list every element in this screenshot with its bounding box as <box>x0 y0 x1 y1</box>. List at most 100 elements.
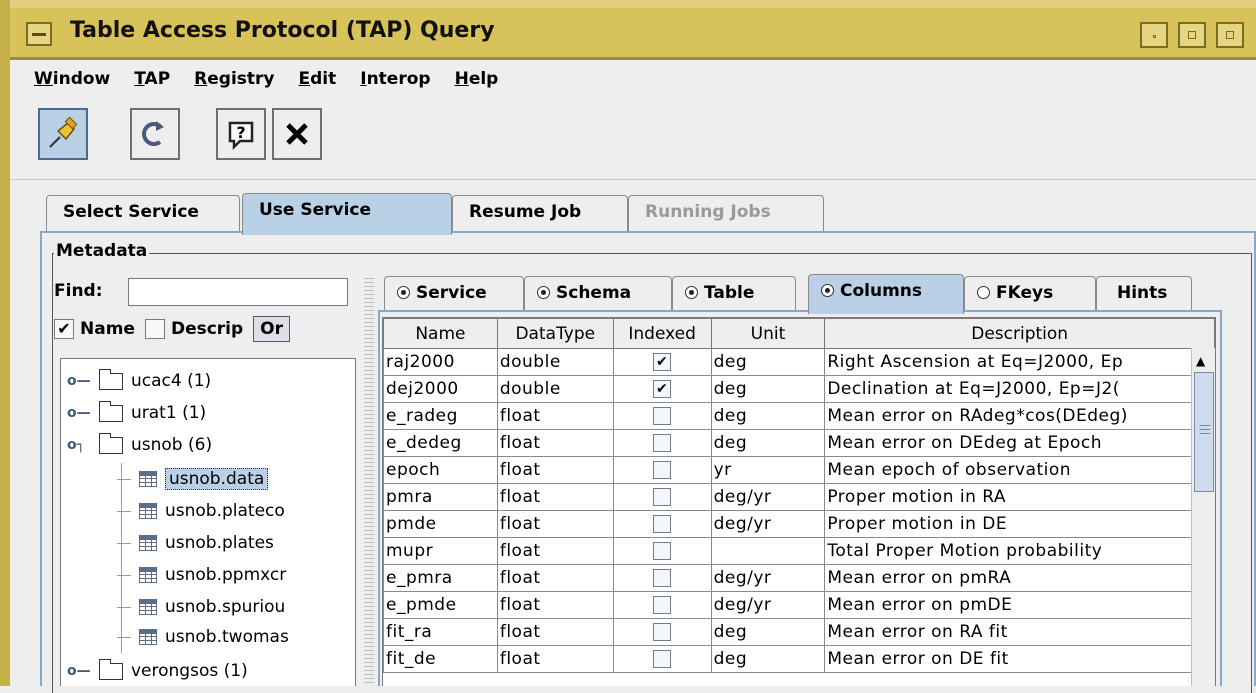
header-unit[interactable]: Unit <box>710 318 826 349</box>
tree-branch-line <box>117 574 131 576</box>
cell-indexed: ✔ <box>612 348 712 376</box>
tree-node-schema[interactable]: o┐ usnob (6) <box>67 431 212 459</box>
scroll-up-icon[interactable]: ▲ <box>1196 354 1205 368</box>
columns-table[interactable]: Name DataType Indexed Unit Description r… <box>382 317 1216 686</box>
pin-button[interactable] <box>38 108 88 160</box>
table-row[interactable]: epoch float yr Mean epoch of observation <box>383 456 1215 484</box>
descrip-checkbox-label: Descrip <box>170 319 244 339</box>
tree-node-schema[interactable]: o— verongsos (1) <box>67 657 248 685</box>
indexed-unchecked-icon <box>653 623 672 641</box>
expanded-handle-icon[interactable]: o┐ <box>67 437 91 453</box>
tab-fkeys[interactable]: FKeys <box>964 276 1096 312</box>
cell-description: Total Proper Motion probability <box>824 537 1215 565</box>
descrip-checkbox[interactable] <box>144 319 165 339</box>
header-description[interactable]: Description <box>824 318 1215 349</box>
table-row[interactable]: mupr float Total Proper Motion probability <box>383 537 1215 565</box>
radio-on-icon <box>685 286 698 299</box>
menu-interop[interactable]: Interop <box>360 69 430 89</box>
header-name[interactable]: Name <box>383 318 498 349</box>
table-row[interactable]: dej2000 double ✔ deg Declination at Eq=J2000… <box>383 375 1215 403</box>
tab-resume-job[interactable]: Resume Job <box>452 195 628 233</box>
cell-unit: deg/yr <box>710 564 826 592</box>
tab-select-service[interactable]: Select Service <box>46 195 240 233</box>
table-row[interactable]: e_dedeg float deg Mean error on DEdeg at Ep… <box>383 429 1215 457</box>
cell-indexed <box>612 402 712 430</box>
window-menu-icon[interactable] <box>26 22 52 46</box>
name-checkbox[interactable]: ✔ <box>54 319 74 339</box>
close-button[interactable] <box>272 108 322 160</box>
columns-scroll-thumb[interactable]: — — — <box>1194 372 1214 492</box>
table-row[interactable]: pmde float deg/yr Proper motion in DE <box>383 510 1215 538</box>
tree-node-label: verongsos (1) <box>131 661 248 681</box>
table-row[interactable]: fit_de float deg Mean error on DE fit <box>383 645 1215 673</box>
menu-help[interactable]: Help <box>455 69 499 89</box>
radio-on-icon <box>537 286 550 299</box>
collapsed-handle-icon[interactable]: o— <box>67 405 91 421</box>
table-row[interactable]: e_pmde float deg/yr Mean error on pmDE <box>383 591 1215 619</box>
title-bar[interactable]: Table Access Protocol (TAP) Query <box>10 0 1256 60</box>
table-header-row: Name DataType Indexed Unit Description <box>383 318 1215 349</box>
cell-name: pmde <box>383 510 498 538</box>
cell-description: Mean error on RA fit <box>824 618 1215 646</box>
cell-indexed <box>612 591 712 619</box>
table-row[interactable]: e_radeg float deg Mean error on RAdeg*cos(D… <box>383 402 1215 430</box>
schema-tree[interactable]: o— ucac4 (1) o— urat1 (1) o┐ usnob (6) u… <box>60 358 356 686</box>
columns-scrollbar[interactable]: ▲ — — — <box>1191 348 1215 686</box>
tree-node-table[interactable]: usnob.plates <box>117 529 274 557</box>
tab-service[interactable]: Service <box>384 276 524 312</box>
cell-description: Mean error on DE fit <box>824 645 1215 673</box>
table-row[interactable]: pmra float deg/yr Proper motion in RA <box>383 483 1215 511</box>
tree-node-table[interactable]: usnob.plateco <box>117 497 285 525</box>
reload-button[interactable] <box>130 108 180 160</box>
menu-registry[interactable]: Registry <box>194 69 274 89</box>
tab-use-service[interactable]: Use Service <box>242 193 452 235</box>
table-row[interactable]: fit_ra float deg Mean error on RA fit <box>383 618 1215 646</box>
folder-icon <box>99 368 123 390</box>
cell-description: Mean epoch of observation <box>824 456 1215 484</box>
menu-tap[interactable]: TAP <box>134 69 170 89</box>
cell-unit: deg <box>710 348 826 376</box>
table-row[interactable]: raj2000 double ✔ deg Right Ascension at Eq=J… <box>383 348 1215 376</box>
tree-node-schema[interactable]: o— urat1 (1) <box>67 399 206 427</box>
header-indexed[interactable]: Indexed <box>612 318 712 349</box>
header-datatype[interactable]: DataType <box>496 318 614 349</box>
tree-node-table[interactable]: usnob.twomas <box>117 623 289 651</box>
name-checkbox-label: Name <box>80 319 135 339</box>
tab-table[interactable]: Table <box>672 276 796 312</box>
cell-name: raj2000 <box>383 348 498 376</box>
tree-node-table[interactable]: usnob.data <box>117 465 269 493</box>
menu-edit[interactable]: Edit <box>299 69 337 89</box>
tree-branch-line <box>117 606 131 608</box>
split-pane-divider[interactable] <box>364 275 374 686</box>
minimize-button[interactable] <box>1140 22 1168 48</box>
tab-schema[interactable]: Schema <box>524 276 672 312</box>
tab-columns[interactable]: Columns <box>808 274 964 314</box>
indexed-unchecked-icon <box>653 407 672 425</box>
close-icon <box>286 123 308 145</box>
tree-node-label: usnob.plateco <box>165 501 285 521</box>
tree-node-table[interactable]: usnob.ppmxcr <box>117 561 286 589</box>
help-button[interactable]: ? <box>216 108 266 160</box>
tab-hints[interactable]: Hints <box>1096 276 1192 312</box>
cell-datatype: double <box>496 375 614 403</box>
tree-node-label: usnob.data <box>165 468 269 490</box>
tree-node-schema[interactable]: o— ucac4 (1) <box>67 367 211 395</box>
menu-window[interactable]: Window <box>34 69 110 89</box>
collapsed-handle-icon[interactable]: o— <box>67 373 91 389</box>
or-button[interactable]: Or <box>253 316 291 342</box>
cell-indexed <box>612 537 712 565</box>
cell-unit: deg <box>710 618 826 646</box>
cell-name: fit_de <box>383 645 498 673</box>
collapsed-handle-icon[interactable]: o— <box>67 663 91 679</box>
reload-icon <box>142 121 164 146</box>
close-window-button[interactable] <box>1216 22 1244 48</box>
metadata-legend: Metadata <box>54 241 150 261</box>
tree-node-label: usnob.spuriou <box>165 597 286 617</box>
tree-node-table[interactable]: usnob.spuriou <box>117 593 285 621</box>
table-row[interactable]: e_pmra float deg/yr Mean error on pmRA <box>383 564 1215 592</box>
maximize-button[interactable] <box>1178 22 1206 48</box>
tab-hints-label: Hints <box>1117 283 1168 303</box>
tree-branch-line <box>117 478 131 480</box>
find-input[interactable] <box>128 278 348 306</box>
table-icon <box>139 629 157 645</box>
